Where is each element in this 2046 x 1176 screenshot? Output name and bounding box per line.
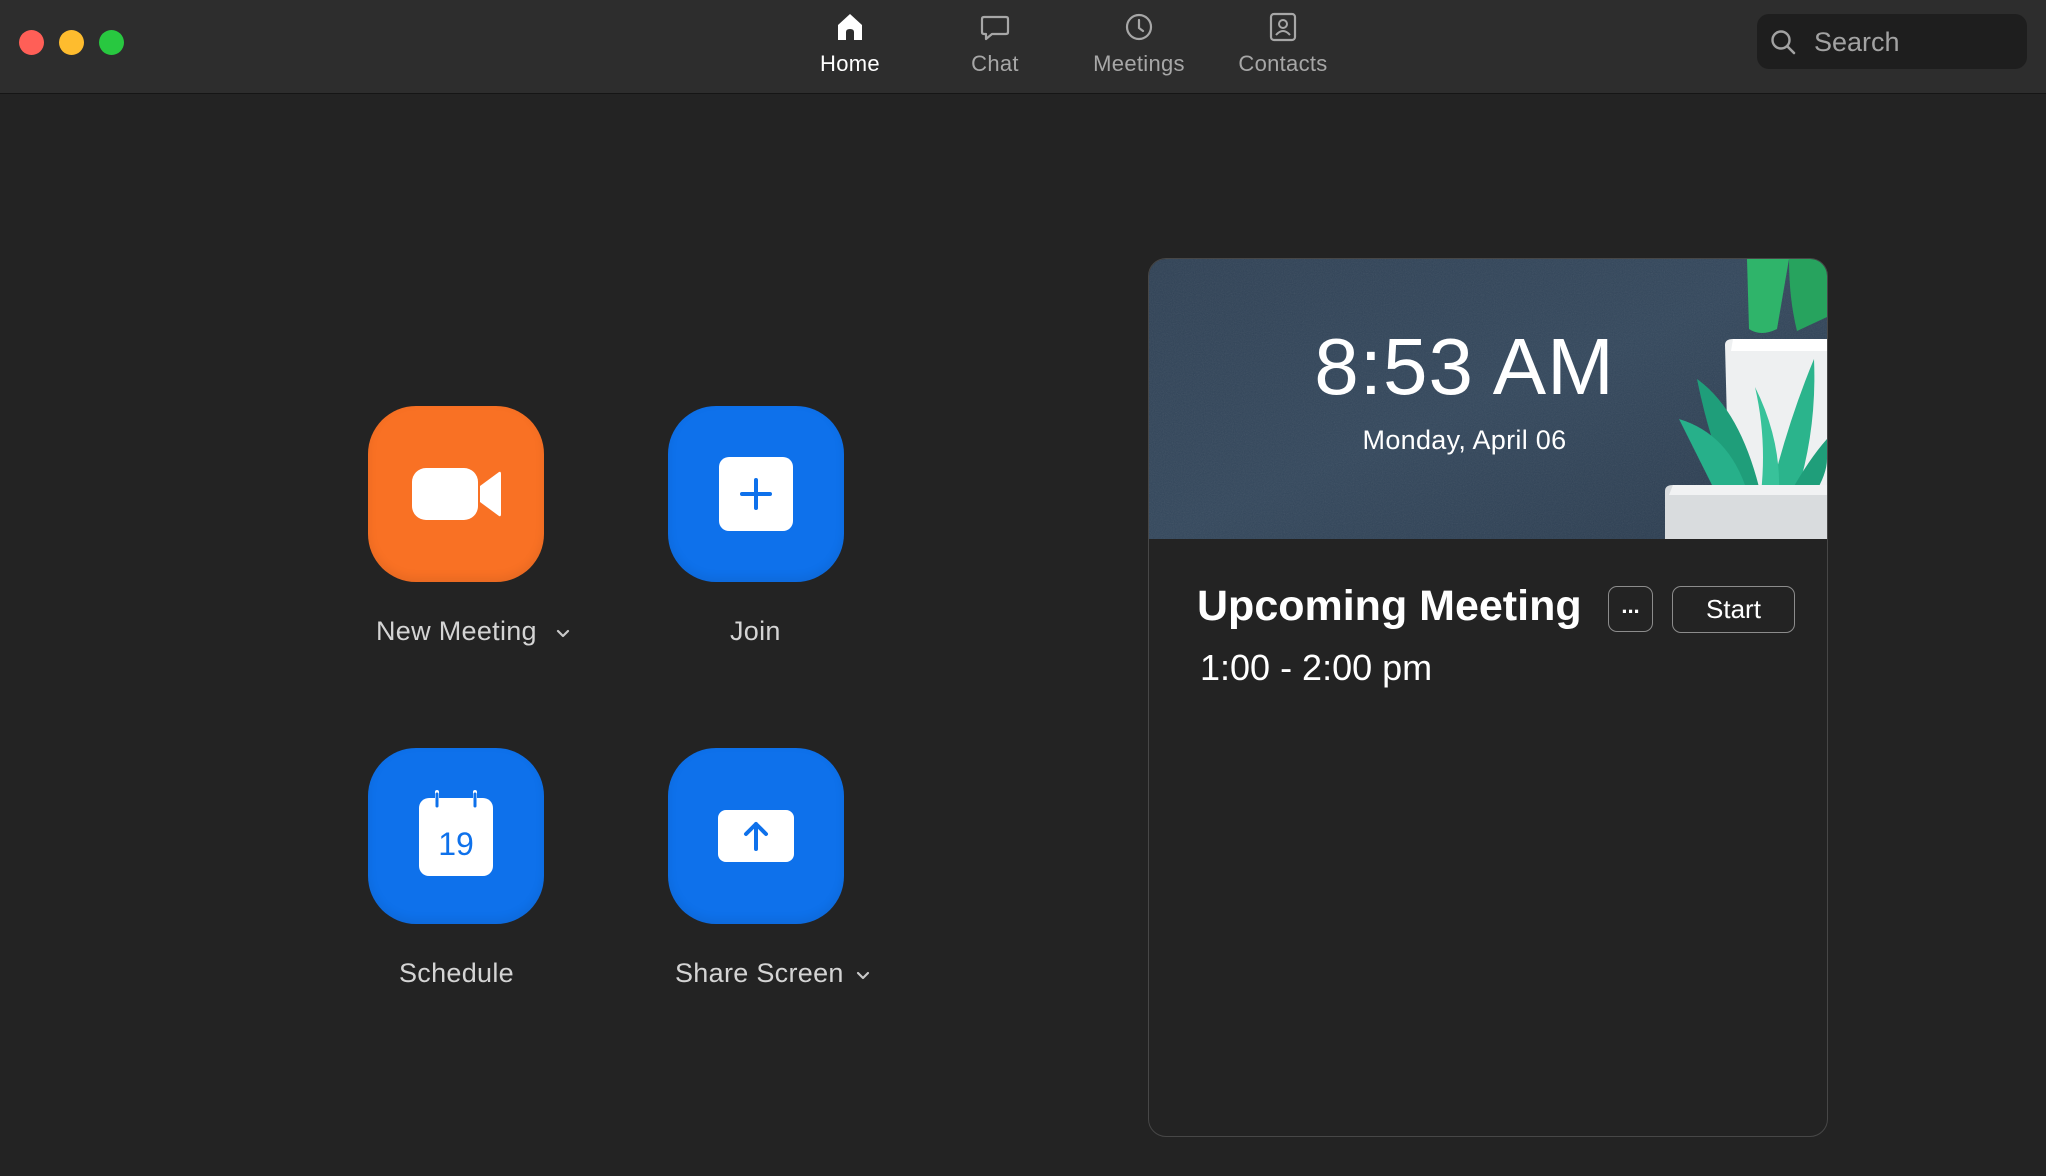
start-meeting-button[interactable]: Start (1672, 586, 1795, 633)
video-camera-icon (412, 468, 501, 520)
tab-meetings[interactable]: Meetings (1069, 10, 1209, 86)
chevron-down-icon[interactable] (855, 968, 871, 984)
meeting-time-range: 1:00 - 2:00 pm (1200, 647, 1433, 688)
search-box[interactable] (1757, 14, 2027, 69)
search-input[interactable] (1812, 23, 2016, 61)
share-screen-button[interactable] (668, 748, 844, 924)
tab-meetings-label: Meetings (1093, 51, 1185, 76)
clock-date: Monday, April 06 (1362, 425, 1567, 455)
more-options-button[interactable]: ... (1608, 586, 1653, 632)
minimize-window-button[interactable] (59, 30, 84, 55)
tab-chat-label: Chat (971, 51, 1019, 76)
new-meeting-label: New Meeting (376, 616, 537, 646)
plus-icon (719, 457, 793, 531)
calendar-icon: 19 (419, 790, 493, 876)
schedule-button[interactable]: 19 (368, 748, 544, 924)
upcoming-meeting-heading: Upcoming Meeting (1197, 582, 1582, 630)
tab-contacts[interactable]: Contacts (1213, 10, 1353, 86)
contact-card-icon (1266, 10, 1300, 44)
title-bar: Home Chat Meetings Contacts (0, 0, 2046, 94)
share-screen-label: Share Screen (675, 958, 844, 988)
tab-chat[interactable]: Chat (925, 10, 1065, 86)
zoom-window-button[interactable] (99, 30, 124, 55)
tab-contacts-label: Contacts (1238, 51, 1328, 76)
upcoming-meeting-card: 8:53 AM Monday, April 06 Upcoming Meetin… (1148, 258, 1828, 1137)
tab-home[interactable]: Home (780, 10, 920, 86)
schedule-label: Schedule (399, 958, 514, 988)
home-icon (833, 10, 867, 44)
upload-arrow-icon (718, 810, 794, 862)
join-button[interactable] (668, 406, 844, 582)
search-icon (1771, 30, 1796, 55)
join-label: Join (730, 616, 781, 646)
clock-banner: 8:53 AM Monday, April 06 (1149, 259, 1827, 539)
new-meeting-button[interactable] (368, 406, 544, 582)
clock-time: 8:53 AM (1314, 322, 1615, 411)
close-window-button[interactable] (19, 30, 44, 55)
chat-bubble-icon (978, 10, 1012, 44)
clock-icon (1122, 10, 1156, 44)
calendar-day-number: 19 (438, 826, 474, 862)
chevron-down-icon[interactable] (555, 626, 571, 642)
tab-home-label: Home (820, 51, 880, 76)
